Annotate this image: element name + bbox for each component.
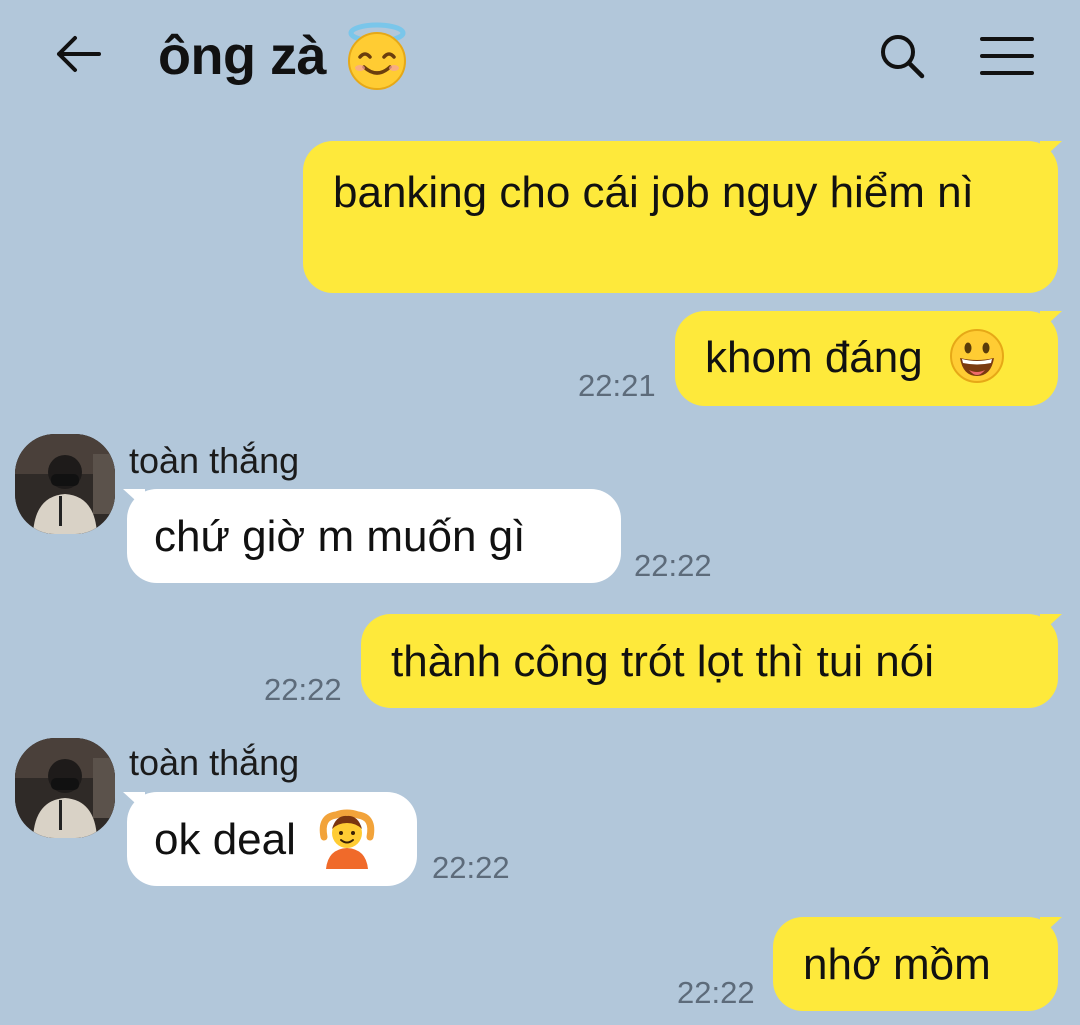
message-time: 22:22 [264,672,342,707]
incoming-message[interactable]: chứ giờ m muốn gì [123,489,621,583]
chat-title: ông zà [158,26,327,86]
message-text: thành công trót lọt thì tui nói [391,637,935,686]
outgoing-message[interactable]: banking cho cái job nguy hiểm nì [303,141,1062,293]
message-time: 22:22 [432,850,510,885]
contact-photo-icon [15,738,115,838]
message-time: 22:21 [578,368,656,403]
search-icon [881,35,925,79]
menu-icon [980,37,1034,75]
sender-name: toàn thắng [129,742,300,783]
back-button[interactable] [48,28,108,80]
search-button[interactable] [874,30,930,82]
outgoing-message[interactable]: thành công trót lọt thì tui nói [361,614,1062,708]
chat-header: ông zà [0,0,1080,115]
message-text: nhớ mồm [803,940,991,989]
incoming-message[interactable]: ok deal [123,792,417,886]
chat-title-group: ông zà [158,20,412,92]
message-text: ok deal [154,815,296,864]
message-time: 22:22 [677,975,755,1010]
message-text: khom đáng [705,333,923,382]
grinning-face-icon [949,329,1004,384]
outgoing-message[interactable]: nhớ mồm [773,917,1062,1011]
smiling-face-with-halo-icon [348,22,406,90]
avatar[interactable] [15,434,115,534]
avatar[interactable] [15,738,115,838]
outgoing-message[interactable]: khom đáng [675,311,1062,406]
person-gesturing-ok-icon [319,809,375,870]
menu-button[interactable] [978,30,1036,82]
message-text: chứ giờ m muốn gì [154,512,526,561]
back-arrow-icon [57,36,101,72]
message-text: banking cho cái job nguy hiểm nì [333,168,974,217]
sender-name: toàn thắng [129,440,300,481]
message-time: 22:22 [634,548,712,583]
contact-photo-icon [15,434,115,534]
